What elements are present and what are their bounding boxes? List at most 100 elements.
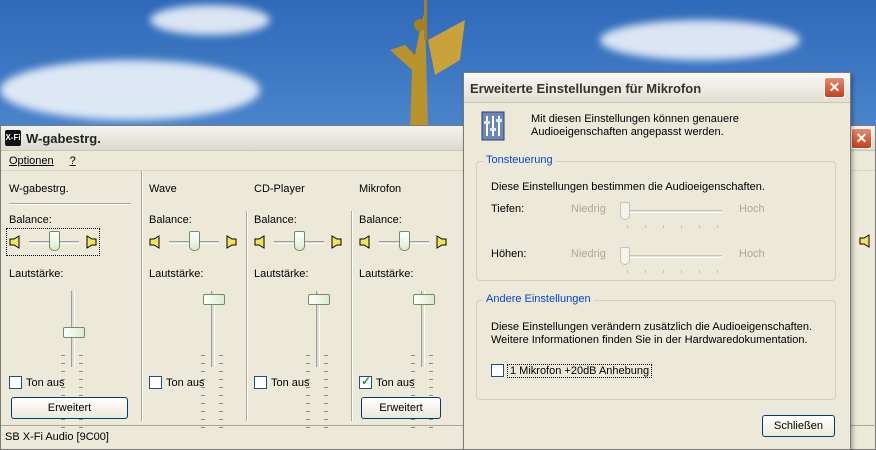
slider-tick: [699, 225, 700, 228]
volume-tick: [61, 371, 65, 372]
advanced-button[interactable]: Erweitert: [361, 397, 441, 419]
slider-tick: [627, 270, 628, 273]
mute-option[interactable]: Ton aus: [359, 374, 415, 389]
volume-tick: [219, 355, 223, 356]
volume-tick: [219, 395, 223, 396]
volume-tick: [411, 363, 415, 364]
volume-tick: [219, 363, 223, 364]
volume-tick: [201, 395, 205, 396]
mixer-close-button[interactable]: ✕: [851, 128, 872, 149]
volume-tick: [306, 411, 310, 412]
mute-label: Ton aus: [271, 376, 310, 389]
treble-low-label: Niedrig: [571, 248, 606, 260]
other-description-2: Weitere Informationen finden Sie in der …: [491, 334, 808, 346]
volume-label: Lautstärke:: [359, 268, 414, 280]
volume-thumb[interactable]: [203, 294, 225, 305]
mute-checkbox[interactable]: [9, 376, 22, 389]
volume-tick: [79, 419, 83, 420]
volume-thumb[interactable]: [308, 294, 330, 305]
volume-tick: [219, 371, 223, 372]
volume-tick: [61, 419, 65, 420]
volume-tick: [429, 371, 433, 372]
dialog-description: Mit diesen Einstellungen können genauere…: [531, 113, 739, 138]
balance-slider[interactable]: [357, 229, 449, 255]
volume-tick: [306, 419, 310, 420]
cloud: [0, 60, 260, 120]
balance-thumb[interactable]: [49, 231, 60, 251]
treble-slider-track: [622, 255, 722, 258]
volume-tick: [411, 395, 415, 396]
other-group-title: Andere Einstellungen: [483, 293, 594, 305]
volume-tick: [306, 403, 310, 404]
channel-name: W-gabestrg.: [9, 183, 69, 195]
dialog-close-icon[interactable]: ✕: [824, 77, 845, 98]
volume-tick: [219, 403, 223, 404]
slider-tick: [681, 225, 682, 228]
speaker-left-icon: [149, 235, 160, 249]
volume-tick: [79, 395, 83, 396]
volume-tick: [429, 363, 433, 364]
slider-tick: [717, 225, 718, 228]
volume-tick: [201, 371, 205, 372]
volume-tick: [306, 363, 310, 364]
balance-slider[interactable]: [147, 229, 239, 255]
mute-option[interactable]: Ton aus: [149, 376, 205, 389]
channel-3: Mikrofon Balance: Lautstärke: ✓ Ton aus …: [351, 171, 456, 428]
volume-tick: [324, 395, 328, 396]
volume-tick: [306, 355, 310, 356]
close-button[interactable]: Schließen: [762, 415, 835, 437]
balance-label: Balance:: [9, 214, 52, 226]
volume-tick: [429, 419, 433, 420]
volume-tick: [429, 355, 433, 356]
mute-option[interactable]: Ton aus: [254, 376, 310, 389]
volume-tick: [429, 395, 433, 396]
treble-label: Höhen:: [491, 248, 527, 260]
balance-thumb[interactable]: [189, 231, 200, 251]
channel-name: Wave: [149, 183, 177, 195]
slider-tick: [645, 225, 646, 228]
volume-tick: [219, 411, 223, 412]
dialog-titlebar[interactable]: Erweiterte Einstellungen für Mikrofon: [464, 73, 850, 103]
volume-tick: [324, 403, 328, 404]
mic-boost-label: 1 Mikrofon +20dB Anhebung: [506, 363, 653, 378]
volume-tick: [324, 411, 328, 412]
mute-checkbox[interactable]: [149, 376, 162, 389]
volume-tick: [411, 371, 415, 372]
speaker-right-icon: [86, 235, 97, 249]
volume-thumb[interactable]: [63, 327, 85, 338]
mute-label: Ton aus: [26, 376, 65, 389]
slider-tick: [627, 225, 628, 228]
volume-tick: [201, 411, 205, 412]
speaker-icon: [859, 234, 870, 248]
balance-thumb[interactable]: [399, 231, 410, 251]
menu-options[interactable]: Optionen: [9, 155, 54, 167]
mic-boost-option[interactable]: 1 Mikrofon +20dB Anhebung: [491, 363, 653, 378]
mute-label: Ton aus: [166, 376, 205, 389]
balance-thumb[interactable]: [294, 231, 305, 251]
volume-tick: [219, 419, 223, 420]
tone-description: Diese Einstellungen bestimmen die Audioe…: [491, 181, 765, 193]
channel-name: Mikrofon: [359, 183, 402, 195]
volume-tick: [306, 371, 310, 372]
tone-group: Tonsteuerung Diese Einstellungen bestimm…: [476, 154, 836, 281]
mute-option[interactable]: Ton aus: [9, 376, 65, 389]
speaker-right-icon: [331, 235, 342, 249]
volume-thumb[interactable]: [413, 294, 435, 305]
mute-checkbox[interactable]: [254, 376, 267, 389]
device-status: SB X-Fi Audio [9C00]: [5, 431, 109, 443]
cloud: [150, 5, 270, 35]
tone-group-title: Tonsteuerung: [483, 154, 556, 166]
volume-tick: [79, 355, 83, 356]
mute-checkbox[interactable]: [359, 374, 372, 389]
volume-tick: [201, 403, 205, 404]
balance-slider[interactable]: [6, 228, 100, 256]
balance-slider[interactable]: [252, 229, 344, 255]
bass-high-label: Hoch: [739, 203, 765, 215]
menu-help[interactable]: ?: [70, 155, 76, 167]
volume-tick: [306, 395, 310, 396]
treble-high-label: Hoch: [739, 248, 765, 260]
advanced-button[interactable]: Erweitert: [11, 397, 128, 419]
bass-slider-thumb: [620, 202, 630, 220]
mic-boost-checkbox[interactable]: [491, 364, 504, 377]
slider-tick: [717, 270, 718, 273]
